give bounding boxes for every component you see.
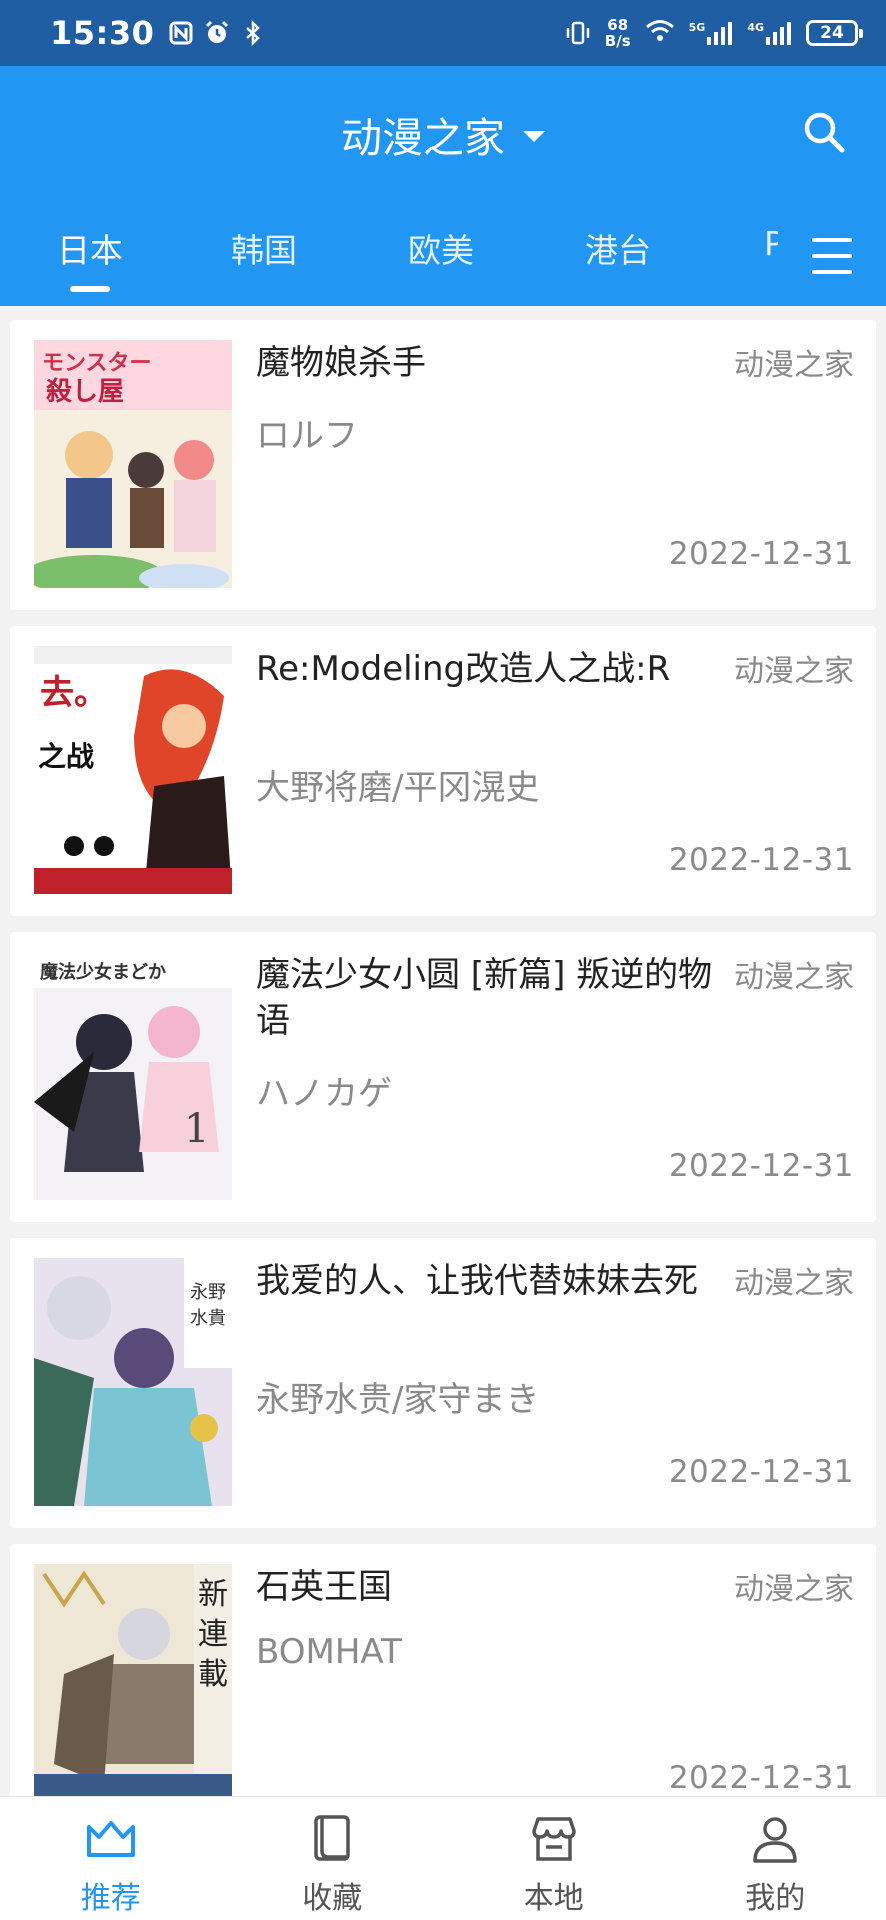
nav-label: 我的 [745,1881,806,1916]
comic-source: 动漫之家 [734,348,854,383]
signal-5g-icon: 5G [689,21,734,45]
tab-partial[interactable]: P [764,224,778,263]
bluetooth-icon [240,19,266,47]
svg-text:連: 連 [198,1617,228,1652]
store-icon [532,1817,576,1861]
tab-korea[interactable]: 韩国 [231,224,297,272]
comic-author: ロルフ [256,416,358,456]
comic-title: Re:Modeling改造人之战:R [256,649,671,689]
alarm-icon [204,20,230,46]
svg-text:モンスター: モンスター [42,351,152,376]
tab-hk-taiwan[interactable]: 港台 [585,224,651,272]
svg-text:去。: 去。 [40,673,108,713]
status-bar: 15:30 68 B/s 5G 4G 24 [0,0,886,66]
comic-cover[interactable]: 永野 水貴 [34,1258,232,1506]
comic-card[interactable]: 新 連 載 石英王国 BOMHAT 动漫之家 2022-12-31 [10,1544,876,1796]
search-button[interactable] [796,104,852,160]
battery-level: 24 [820,23,844,43]
comic-card[interactable]: モンスター 殺し屋 魔物娘杀手 ロルフ 动漫之家 2022-12-31 [10,320,876,610]
dropdown-caret-icon [523,130,545,142]
nav-label: 本地 [523,1881,584,1916]
status-time: 15:30 [50,14,155,52]
comic-list[interactable]: モンスター 殺し屋 魔物娘杀手 ロルフ 动漫之家 2022-12-31 去。 之… [0,306,886,1796]
svg-text:載: 載 [198,1657,228,1692]
net-speed: 68 B/s [605,17,631,49]
comic-date: 2022-12-31 [668,1760,854,1796]
comic-title: 魔物娘杀手 [256,343,426,383]
comic-author: 永野水贵/家守まき [256,1380,540,1420]
nav-label: 推荐 [80,1881,141,1916]
menu-button[interactable] [808,232,856,280]
category-tabs: 日本 韩国 欧美 港台 P [0,224,886,306]
nav-mine[interactable]: 我的 [665,1797,886,1920]
comic-author: ハノカゲ [256,1074,392,1114]
comic-cover[interactable]: 新 連 載 [34,1564,232,1796]
comic-cover[interactable]: 去。 之战 [34,646,232,894]
comic-date: 2022-12-31 [668,536,854,572]
svg-text:之战: 之战 [38,740,94,773]
nfc-icon [168,20,194,46]
menu-icon [812,238,852,242]
tab-europe-america[interactable]: 欧美 [408,224,474,272]
svg-text:水貴: 水貴 [190,1308,226,1329]
app-title: 动漫之家 [341,114,505,162]
net-speed-unit: B/s [604,32,631,50]
comic-card[interactable]: 去。 之战 Re:Modeling改造人之战:R 大野将磨/平冈滉史 动漫之家 … [10,626,876,916]
comic-title: 魔法少女小圆 [新篇] 叛逆的物语 [256,955,713,1041]
comic-title: 我爱的人、让我代替妹妹去死 [256,1261,698,1301]
svg-text:魔法少女まどか: 魔法少女まどか [40,961,166,983]
book-icon [314,1815,350,1861]
comic-cover[interactable]: 魔法少女まどか 1 [34,952,232,1200]
comic-author: 大野将磨/平冈滉史 [256,768,540,808]
svg-text:永野: 永野 [190,1282,226,1303]
signal-4g-icon: 4G [747,21,792,45]
comic-date: 2022-12-31 [668,842,854,878]
battery-icon: 24 [806,20,863,46]
comic-card[interactable]: 魔法少女まどか 1 魔法少女小圆 [新篇] 叛逆的物语 ハノカゲ 动漫之家 20… [10,932,876,1222]
bottom-navigation: 推荐 收藏 本地 我的 [0,1796,886,1920]
nav-label: 收藏 [302,1881,363,1916]
net-speed-value: 68 [607,16,629,34]
wifi-icon [645,18,675,48]
nav-favorites[interactable]: 收藏 [222,1797,444,1920]
tab-indicator [70,286,110,292]
vibrate-icon [565,20,591,46]
nav-recommend[interactable]: 推荐 [0,1797,222,1920]
app-bar: 动漫之家 日本 韩国 欧美 港台 P [0,66,886,306]
nav-local[interactable]: 本地 [443,1797,665,1920]
comic-date: 2022-12-31 [668,1148,854,1184]
comic-title: 石英王国 [256,1567,392,1607]
comic-date: 2022-12-31 [668,1454,854,1490]
svg-text:1: 1 [184,1106,209,1152]
comic-source: 动漫之家 [734,1572,854,1607]
comic-card[interactable]: 永野 水貴 我爱的人、让我代替妹妹去死 永野水贵/家守まき 动漫之家 2022-… [10,1238,876,1528]
comic-author: BOMHAT [256,1632,402,1672]
tab-japan[interactable]: 日本 [57,224,123,272]
sim1-label: 5G [688,21,706,34]
svg-text:殺し屋: 殺し屋 [46,377,124,407]
source-selector[interactable]: 动漫之家 [341,104,545,164]
comic-cover[interactable]: モンスター 殺し屋 [34,340,232,588]
person-icon [753,1817,797,1863]
crown-icon [86,1821,135,1857]
comic-source: 动漫之家 [734,960,854,995]
comic-source: 动漫之家 [734,1266,854,1301]
svg-text:新: 新 [198,1577,228,1612]
comic-source: 动漫之家 [734,654,854,689]
sim2-label: 4G [747,21,764,34]
search-icon [804,112,845,153]
